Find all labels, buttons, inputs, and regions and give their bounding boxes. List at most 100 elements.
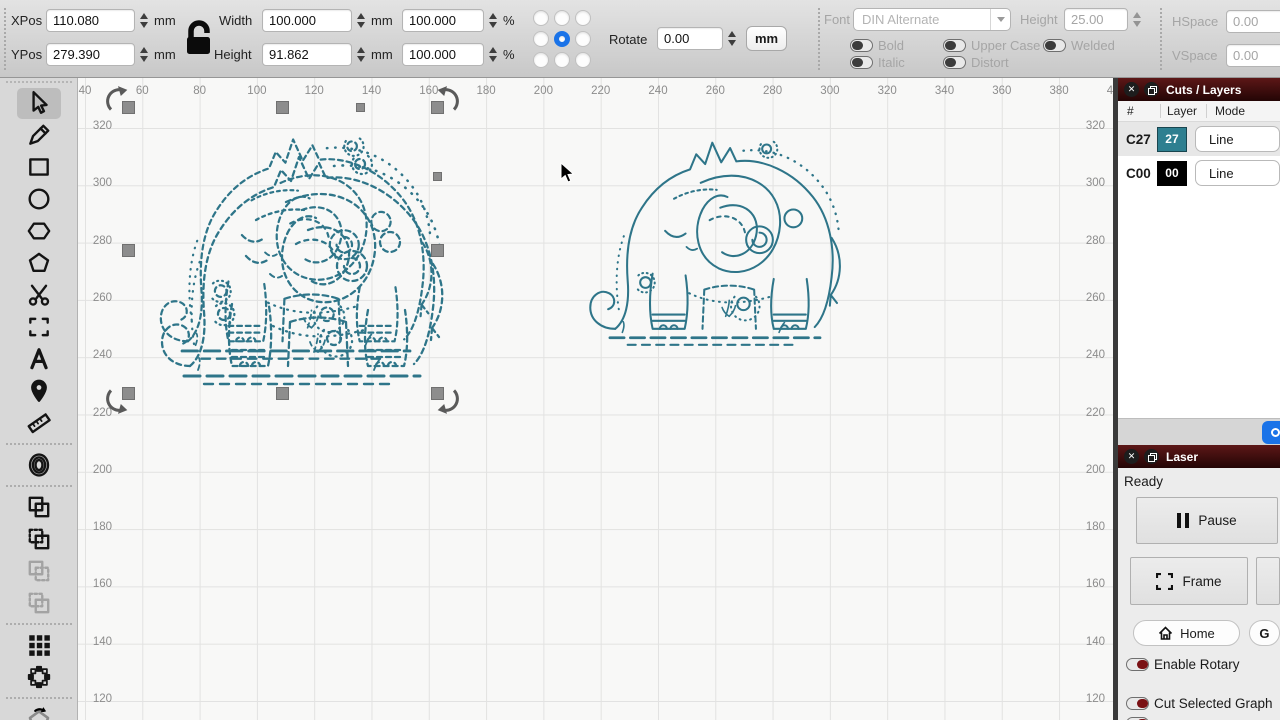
design-canvas[interactable]: 4060801001201401601802002202402602803003… — [78, 78, 1113, 720]
width-field[interactable]: 100.000 — [262, 9, 352, 32]
layer-mode-select[interactable]: Line — [1195, 126, 1280, 152]
go-button[interactable]: G — [1249, 620, 1280, 646]
anchor-dot[interactable] — [533, 10, 549, 26]
transform-toolbar: XPos 110.080 mm YPos 279.390 mm Width 10… — [0, 0, 1280, 78]
rectangle-tool[interactable] — [17, 152, 61, 183]
bool-intersect-icon — [26, 590, 52, 616]
laser-body: Ready Pause Frame H — [1118, 468, 1280, 720]
frame-button[interactable]: Frame — [1130, 557, 1248, 605]
layer-row-c00[interactable]: C00 00 Line — [1118, 156, 1280, 190]
toolbar-grip[interactable] — [818, 8, 820, 70]
xpos-stepper[interactable] — [137, 9, 151, 32]
position-pin-tool[interactable] — [17, 376, 61, 407]
ellipse-tool[interactable] — [17, 184, 61, 215]
anchor-dot[interactable] — [533, 52, 549, 68]
elephant-design-left[interactable] — [161, 139, 432, 359]
width-stepper[interactable] — [354, 9, 368, 32]
anchor-dot[interactable] — [575, 10, 591, 26]
trim-tool[interactable] — [17, 280, 61, 311]
font-height-field[interactable]: 25.00 — [1064, 8, 1128, 31]
ypos-unit: mm — [154, 47, 176, 62]
toolbar-grip[interactable] — [4, 8, 6, 70]
anchor-dot-selected[interactable] — [554, 31, 570, 47]
circular-array-tool[interactable] — [17, 662, 61, 693]
vspace-field[interactable]: 0.00 — [1226, 44, 1280, 67]
cut-selected-toggle[interactable]: Cut Selected Graph — [1126, 696, 1280, 711]
grid-array-tool[interactable] — [17, 630, 61, 661]
enable-rotary-toggle[interactable]: Enable Rotary — [1126, 657, 1280, 672]
anchor-dot[interactable] — [575, 31, 591, 47]
panel-accent-button[interactable] — [1262, 421, 1280, 444]
popout-icon[interactable] — [1144, 449, 1159, 464]
circle-array-icon — [26, 664, 52, 690]
layer-mode-select[interactable]: Line — [1195, 160, 1280, 186]
xpos-field[interactable]: 110.080 — [46, 9, 135, 32]
upper-case-toggle[interactable]: Upper Case — [943, 38, 1040, 53]
height-stepper[interactable] — [354, 43, 368, 66]
boolean-union-tool[interactable] — [17, 492, 61, 523]
selection-resize-handle[interactable] — [276, 387, 289, 400]
selection-rotate-handle[interactable] — [104, 387, 132, 415]
selection-rotate-handle[interactable] — [104, 85, 132, 113]
boolean-intersect-tool[interactable] — [17, 588, 61, 619]
rotate-label: Rotate — [609, 32, 647, 47]
bold-toggle[interactable]: Bold — [850, 38, 904, 53]
home-button[interactable]: Home — [1133, 620, 1240, 646]
text-tool[interactable] — [17, 344, 61, 375]
selection-resize-handle[interactable] — [122, 244, 135, 257]
ypos-stepper[interactable] — [137, 43, 151, 66]
laser-status: Ready — [1124, 474, 1280, 489]
anchor-dot[interactable] — [575, 52, 591, 68]
anchor-dot[interactable] — [554, 52, 570, 68]
layer-row-c27[interactable]: C27 27 Line — [1118, 122, 1280, 156]
elephant-design-right[interactable] — [590, 142, 840, 345]
selection-rotate-handle[interactable] — [433, 387, 461, 415]
selection-resize-handle[interactable] — [431, 244, 444, 257]
units-button[interactable]: mm — [746, 26, 787, 51]
palette-grip[interactable] — [6, 81, 72, 83]
close-icon[interactable]: ✕ — [1124, 82, 1139, 97]
width-percent-stepper[interactable] — [486, 9, 500, 32]
edit-nodes-tool[interactable] — [17, 248, 61, 279]
distort-toggle[interactable]: Distort — [943, 55, 1009, 70]
pentagon-icon — [26, 250, 52, 276]
anchor-dot[interactable] — [533, 31, 549, 47]
italic-toggle[interactable]: Italic — [850, 55, 905, 70]
rotate-field[interactable]: 0.00 — [657, 27, 723, 50]
hspace-field[interactable]: 0.00 — [1226, 10, 1280, 33]
selection-rotate-handle[interactable] — [433, 85, 461, 113]
font-combo[interactable]: DIN Alternate — [853, 8, 1011, 31]
popout-icon[interactable] — [1144, 82, 1159, 97]
selection-resize-handle[interactable] — [276, 101, 289, 114]
measure-tool[interactable] — [17, 408, 61, 439]
palette-separator — [6, 623, 72, 625]
font-height-stepper[interactable] — [1130, 8, 1144, 31]
frame-secondary-button[interactable] — [1256, 557, 1280, 605]
selection-skew-handle[interactable] — [356, 103, 365, 112]
weld-shape-tool[interactable] — [17, 704, 61, 720]
polygon-tool[interactable] — [17, 216, 61, 247]
anchor-point-grid[interactable] — [531, 8, 593, 70]
width-percent-field[interactable]: 100.000 — [402, 9, 484, 32]
height-percent-stepper[interactable] — [486, 43, 500, 66]
toolbar-grip[interactable] — [1160, 8, 1162, 70]
selection-skew-handle[interactable] — [433, 172, 442, 181]
draw-lines-tool[interactable] — [17, 120, 61, 151]
pause-button[interactable]: Pause — [1136, 497, 1278, 544]
close-icon[interactable]: ✕ — [1124, 449, 1139, 464]
ypos-label: YPos — [11, 47, 42, 62]
height-percent-field[interactable]: 100.000 — [402, 43, 484, 66]
boolean-subtract-tool[interactable] — [17, 524, 61, 555]
welded-toggle[interactable]: Welded — [1043, 38, 1115, 53]
boolean-difference-tool[interactable] — [17, 556, 61, 587]
layer-color-swatch[interactable]: 27 — [1157, 127, 1187, 152]
layer-color-swatch[interactable]: 00 — [1157, 161, 1187, 186]
rotate-stepper[interactable] — [725, 27, 739, 50]
height-field[interactable]: 91.862 — [262, 43, 352, 66]
anchor-dot[interactable] — [554, 10, 570, 26]
offset-shapes-tool[interactable] — [17, 450, 61, 481]
rubber-band-select-tool[interactable] — [17, 312, 61, 343]
ypos-field[interactable]: 279.390 — [46, 43, 135, 66]
lock-aspect-icon[interactable] — [182, 17, 214, 59]
select-tool[interactable] — [17, 88, 61, 119]
